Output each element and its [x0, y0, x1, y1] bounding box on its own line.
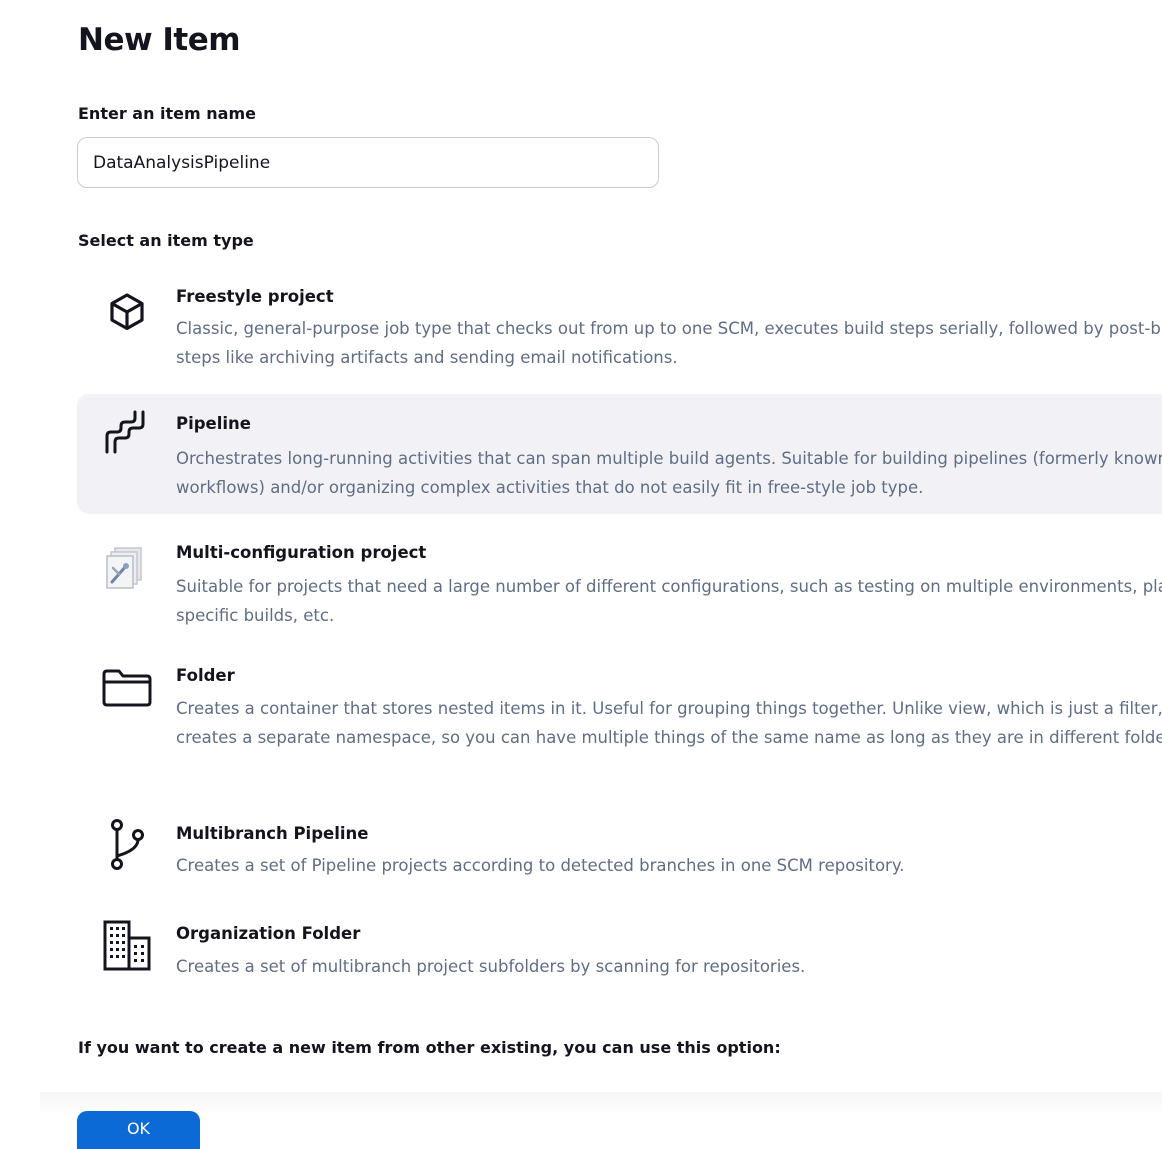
item-type-description: Creates a set of multibranch project sub… [176, 957, 806, 976]
item-name-input[interactable] [77, 137, 659, 188]
item-type-name: Folder [176, 666, 235, 685]
copy-from-existing-label: If you want to create a new item from ot… [78, 1038, 781, 1057]
item-type-name: Organization Folder [176, 924, 361, 943]
item-type-organization-folder[interactable]: Organization Folder Creates a set of mul… [77, 910, 1162, 994]
multi-configuration-icon [99, 536, 155, 592]
organization-building-icon [99, 916, 155, 972]
item-type-multibranch-pipeline[interactable]: Multibranch Pipeline Creates a set of Pi… [77, 812, 1162, 894]
item-type-multi-configuration-project[interactable]: Multi-configuration project Suitable for… [77, 528, 1162, 646]
pipeline-icon [99, 402, 155, 458]
branch-icon [99, 814, 155, 870]
item-type-name: Pipeline [176, 414, 251, 433]
item-type-description: Suitable for projects that need a large … [176, 577, 1162, 625]
ok-button[interactable]: OK [77, 1111, 200, 1149]
item-type-description: Classic, general-purpose job type that c… [176, 319, 1162, 367]
item-type-freestyle-project[interactable]: Freestyle project Classic, general-purpo… [77, 271, 1162, 389]
footer-bar [40, 1092, 1162, 1149]
item-type-name: Multibranch Pipeline [176, 824, 369, 843]
item-type-name: Multi-configuration project [176, 543, 427, 562]
item-type-description: Creates a set of Pipeline projects accor… [176, 856, 905, 875]
item-type-pipeline[interactable]: Pipeline Orchestrates long-running activ… [77, 394, 1162, 514]
item-name-label: Enter an item name [78, 104, 256, 123]
folder-icon [99, 660, 155, 716]
item-type-label: Select an item type [78, 231, 254, 250]
item-type-description: Creates a container that stores nested i… [176, 699, 1162, 747]
item-type-description: Orchestrates long-running activities tha… [176, 449, 1162, 497]
new-item-page: New Item Enter an item name Select an it… [0, 0, 1162, 1149]
item-type-name: Freestyle project [176, 287, 334, 306]
freestyle-cube-icon [99, 283, 155, 339]
page-title: New Item [78, 22, 241, 58]
item-type-folder[interactable]: Folder Creates a container that stores n… [77, 652, 1162, 802]
